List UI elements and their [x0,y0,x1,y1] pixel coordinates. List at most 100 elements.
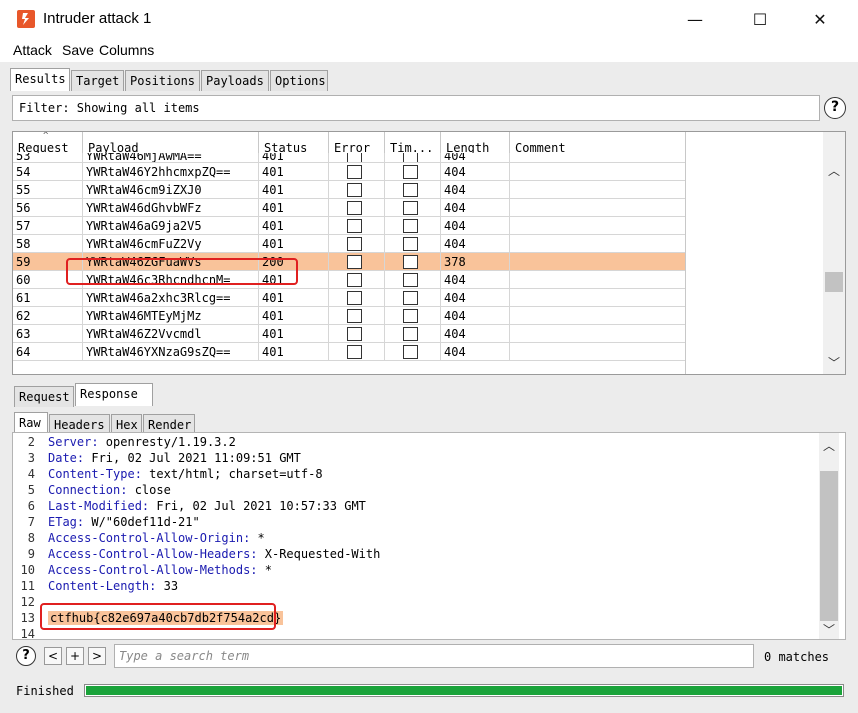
window-title: Intruder attack 1 [43,10,152,27]
cell-payload: YWRtaW46aG9ja2V5 [83,217,259,235]
cell-request: 53 [13,153,83,162]
table-row[interactable]: 54 YWRtaW46Y2hhcmxpZQ== 401 404 [13,163,685,181]
response-line: Access-Control-Allow-Headers: X-Requeste… [48,547,380,561]
cell-request: 61 [13,289,83,307]
cell-error [329,325,385,343]
response-line: Access-Control-Allow-Methods: * [48,563,272,577]
editor-scrollbar[interactable]: ︿ ﹀ [819,433,839,639]
cell-status: 401 [259,289,329,307]
table-row[interactable]: 61 YWRtaW46a2xhc3Rlcg== 401 404 [13,289,685,307]
response-line: Date: Fri, 02 Jul 2021 11:09:51 GMT [48,451,301,465]
line-number: 3 [27,451,35,465]
cell-comment [510,163,685,181]
cell-status: 401 [259,217,329,235]
tab-results[interactable]: Results [10,68,70,91]
tab-options[interactable]: Options [270,70,328,91]
error-checkbox [347,273,362,287]
scroll-down-icon[interactable]: ﹀ [823,621,835,638]
table-row[interactable]: 53 YWRtaW46MjAwMA== 401 404 [13,153,685,163]
tab-request[interactable]: Request [14,386,74,407]
cell-payload: YWRtaW46cmFuZ2Vy [83,235,259,253]
table-row[interactable]: 64 YWRtaW46YXNzaG9sZQ== 401 404 [13,343,685,361]
header-name: Connection: [48,483,128,497]
table-scroll-thumb[interactable] [825,272,843,292]
maximize-button[interactable]: ☐ [737,6,783,32]
scroll-up-icon[interactable]: ︿ [823,437,835,454]
error-checkbox [347,345,362,359]
filter-bar[interactable]: Filter: Showing all items [12,95,820,121]
cell-error [329,235,385,253]
tab-positions[interactable]: Positions [125,70,200,91]
error-checkbox [347,237,362,251]
cell-request: 58 [13,235,83,253]
menu-save[interactable]: Save [62,42,94,58]
cell-comment [510,217,685,235]
table-row[interactable]: 58 YWRtaW46cmFuZ2Vy 401 404 [13,235,685,253]
cell-payload: YWRtaW46MTEyMjMz [83,307,259,325]
line-number: 5 [27,483,35,497]
header-value: * [257,563,272,577]
cell-timeout [385,307,441,325]
cell-comment [510,181,685,199]
sort-ascending-icon: ^ [43,131,49,141]
line-number: 6 [27,499,35,513]
error-checkbox [347,201,362,215]
cell-error [329,253,385,271]
close-button[interactable]: ✕ [797,6,843,32]
error-checkbox [347,291,362,305]
error-checkbox [347,183,362,197]
editor-scroll-thumb[interactable] [820,471,838,621]
header-name: Access-Control-Allow-Origin: [48,531,251,545]
scroll-up-icon[interactable]: ︿ [828,162,840,179]
previous-match-button[interactable]: < [44,647,62,665]
timeout-checkbox [403,201,418,215]
minimize-button[interactable]: — [672,6,718,32]
tab-response[interactable]: Response [75,383,153,406]
cell-error [329,289,385,307]
cell-length: 404 [441,307,510,325]
cell-comment [510,289,685,307]
error-checkbox [347,165,362,179]
header-name: ETag: [48,515,85,529]
line-number: 2 [27,435,35,449]
cell-status: 401 [259,199,329,217]
menu-attack[interactable]: Attack [13,42,52,58]
cell-request: 55 [13,181,83,199]
cell-status: 401 [259,153,329,162]
help-icon[interactable]: ? [824,97,846,119]
cell-comment [510,235,685,253]
header-name: Date: [48,451,85,465]
response-line: Content-Type: text/html; charset=utf-8 [48,467,323,481]
cell-comment [510,271,685,289]
add-search-button[interactable]: + [66,647,84,665]
table-row[interactable]: 63 YWRtaW46Z2Vvcmdl 401 404 [13,325,685,343]
cell-error [329,181,385,199]
cell-error [329,153,385,162]
cell-comment [510,199,685,217]
help-icon[interactable]: ? [16,646,36,666]
cell-status: 401 [259,343,329,361]
scroll-down-icon[interactable]: ﹀ [828,354,840,371]
table-scrollbar[interactable]: ︿ ﹀ [823,132,845,374]
header-value: text/html; charset=utf-8 [141,467,323,481]
table-row[interactable]: 62 YWRtaW46MTEyMjMz 401 404 [13,307,685,325]
next-match-button[interactable]: > [88,647,106,665]
header-name: Content-Length: [48,579,157,593]
cell-request: 54 [13,163,83,181]
tab-target[interactable]: Target [71,70,124,91]
table-row[interactable]: 55 YWRtaW46cm9iZXJ0 401 404 [13,181,685,199]
cell-comment [510,253,685,271]
table-row[interactable]: 56 YWRtaW46dGhvbWFz 401 404 [13,199,685,217]
search-input[interactable]: Type a search term [114,644,754,668]
cell-error [329,163,385,181]
cell-payload: YWRtaW46YXNzaG9sZQ== [83,343,259,361]
cell-timeout [385,271,441,289]
table-row[interactable]: 57 YWRtaW46aG9ja2V5 401 404 [13,217,685,235]
tab-payloads[interactable]: Payloads [201,70,269,91]
header-value: 33 [156,579,179,593]
response-line: Access-Control-Allow-Origin: * [48,531,265,545]
menu-columns[interactable]: Columns [99,42,154,58]
cell-timeout [385,217,441,235]
search-bar: ? < + > Type a search term 0 matches [12,641,846,673]
line-number: 7 [27,515,35,529]
